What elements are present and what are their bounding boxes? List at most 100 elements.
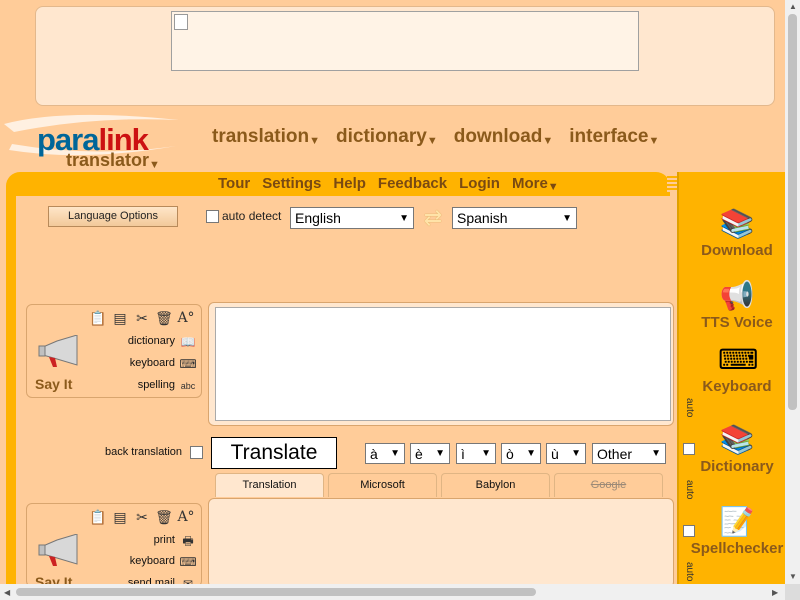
caret-down-icon: ▼ — [426, 135, 438, 147]
translator-menu[interactable]: translator▼ — [66, 150, 160, 171]
horizontal-scrollbar[interactable]: ◀ ▶ — [0, 584, 785, 600]
scroll-right-icon[interactable]: ▶ — [772, 588, 778, 597]
accent-other-select[interactable]: Other ▼ — [592, 443, 666, 464]
sidebar-label: Dictionary — [700, 458, 774, 475]
subnav-settings[interactable]: Settings — [262, 175, 321, 193]
output-tools-box: 📋 ▤ ✂ 🗑 A° Say It print 🖶 keyboard ⌨ sen… — [26, 503, 202, 587]
auto-detect-checkbox[interactable] — [206, 209, 219, 223]
spellcheck-icon: abc — [180, 381, 196, 391]
subnav-feedback[interactable]: Feedback — [378, 175, 447, 193]
sidebar-label: TTS Voice — [701, 314, 773, 331]
sidebar-item-spellchecker[interactable]: 📝 Spellchecker — [690, 504, 784, 557]
nav-translation[interactable]: translation▼ — [212, 126, 320, 148]
download-icon: 📚 — [719, 208, 755, 239]
sidebar-item-dictionary[interactable]: 📚 Dictionary — [690, 422, 784, 475]
copy-icon[interactable]: ▤ — [111, 310, 129, 327]
sidebar-item-keyboard[interactable]: ⌨ Keyboard — [690, 342, 784, 395]
source-language-value: English — [295, 210, 341, 226]
book-icon: 📖 — [180, 335, 196, 349]
sidebar-label: Keyboard — [702, 378, 772, 395]
auto-label: auto — [684, 562, 695, 582]
nav-interface[interactable]: interface▼ — [569, 126, 659, 148]
caret-down-icon: ▼ — [547, 181, 559, 193]
trash-icon[interactable]: 🗑 — [155, 310, 173, 327]
translate-button[interactable]: Translate — [211, 437, 337, 469]
accent-o-select[interactable]: ò ▼ — [501, 443, 541, 464]
subnav-more[interactable]: More▼ — [512, 175, 559, 193]
megaphone-icon[interactable] — [37, 534, 83, 568]
subnav-help[interactable]: Help — [333, 175, 366, 193]
paste-icon[interactable]: 📋 — [89, 509, 107, 526]
back-translation-label: back translation — [105, 446, 183, 458]
broken-image-icon — [174, 14, 188, 30]
accent-a-select[interactable]: à ▼ — [365, 443, 405, 464]
input-tools-box: 📋 ▤ ✂ 🗑 A° Say It dictionary 📖 keyboard … — [26, 304, 202, 398]
keyboard-link[interactable]: keyboard — [130, 357, 175, 369]
spelling-link[interactable]: spelling — [138, 379, 175, 391]
tab-babylon[interactable]: Babylon — [441, 473, 550, 497]
chevron-down-icon: ▼ — [526, 448, 536, 459]
megaphone-icon[interactable] — [37, 335, 83, 369]
accent-e-value: è — [415, 445, 423, 462]
back-translation-checkbox[interactable] — [190, 446, 203, 459]
auto-checkbox[interactable] — [683, 443, 695, 455]
font-size-icon[interactable]: A° — [177, 310, 195, 327]
print-link[interactable]: print — [154, 534, 175, 546]
target-language-select[interactable]: Spanish ▼ — [452, 207, 577, 229]
chevron-down-icon: ▼ — [651, 448, 661, 459]
accent-o-value: ò — [506, 445, 514, 462]
keyboard-link[interactable]: keyboard — [130, 555, 175, 567]
accent-i-select[interactable]: ì ▼ — [456, 443, 496, 464]
accent-u-value: ù — [551, 445, 559, 462]
chevron-down-icon: ▼ — [571, 448, 581, 459]
caret-down-icon: ▼ — [309, 135, 321, 147]
cut-icon[interactable]: ✂ — [133, 509, 151, 526]
sidebar-item-download[interactable]: 📚 Download — [690, 206, 784, 259]
source-language-select[interactable]: English ▼ — [290, 207, 414, 229]
source-text-input[interactable] — [215, 307, 671, 421]
scroll-up-icon[interactable]: ▲ — [789, 2, 797, 11]
nav-download[interactable]: download▼ — [454, 126, 554, 148]
tab-google[interactable]: Google — [554, 473, 663, 497]
horizontal-scroll-thumb[interactable] — [16, 588, 536, 596]
dictionary-link[interactable]: dictionary — [128, 335, 175, 347]
nav-dictionary[interactable]: dictionary▼ — [336, 126, 438, 148]
sidebar-item-tts-voice[interactable]: 📢 TTS Voice — [690, 278, 784, 331]
say-it-label[interactable]: Say It — [35, 376, 72, 392]
chevron-down-icon: ▼ — [390, 448, 400, 459]
paste-icon[interactable]: 📋 — [89, 310, 107, 327]
tab-microsoft[interactable]: Microsoft — [328, 473, 437, 497]
auto-checkbox[interactable] — [683, 525, 695, 537]
accent-a-value: à — [370, 445, 378, 462]
tab-translation[interactable]: Translation — [215, 473, 324, 497]
font-size-icon[interactable]: A° — [177, 509, 195, 526]
sidebar-label: Spellchecker — [690, 540, 784, 557]
subnav-tour[interactable]: Tour — [218, 175, 250, 193]
chevron-down-icon: ▼ — [481, 448, 491, 459]
translation-output[interactable] — [208, 498, 674, 588]
cut-icon[interactable]: ✂ — [133, 310, 151, 327]
scroll-down-icon[interactable]: ▼ — [789, 572, 797, 581]
accent-e-select[interactable]: è ▼ — [410, 443, 450, 464]
vertical-scrollbar[interactable]: ▲ ▼ — [785, 0, 800, 584]
language-options-button[interactable]: Language Options — [48, 206, 178, 227]
books-icon: 📚 — [719, 424, 755, 455]
copy-icon[interactable]: ▤ — [111, 509, 129, 526]
megaphone-icon: 📢 — [719, 280, 755, 311]
auto-label: auto — [684, 398, 695, 418]
trash-icon[interactable]: 🗑 — [155, 509, 173, 526]
keyboard-icon: ⌨ — [718, 344, 759, 375]
target-language-value: Spanish — [457, 210, 508, 226]
banner-image[interactable] — [171, 11, 639, 71]
swap-languages-icon[interactable]: ⇄ — [420, 206, 446, 230]
accent-i-value: ì — [461, 445, 465, 462]
input-toolbar: 📋 ▤ ✂ 🗑 A° — [89, 310, 195, 327]
caret-down-icon: ▼ — [542, 135, 554, 147]
paralink-logo[interactable]: paralink translator▼ — [4, 110, 184, 172]
accent-u-select[interactable]: ù ▼ — [546, 443, 586, 464]
scroll-left-icon[interactable]: ◀ — [4, 588, 10, 597]
subnav-login[interactable]: Login — [459, 175, 500, 193]
sub-nav: Tour Settings Help Feedback Login More▼ — [218, 175, 559, 193]
engine-tabs: Translation Microsoft Babylon Google — [215, 473, 663, 497]
vertical-scroll-thumb[interactable] — [788, 14, 797, 410]
